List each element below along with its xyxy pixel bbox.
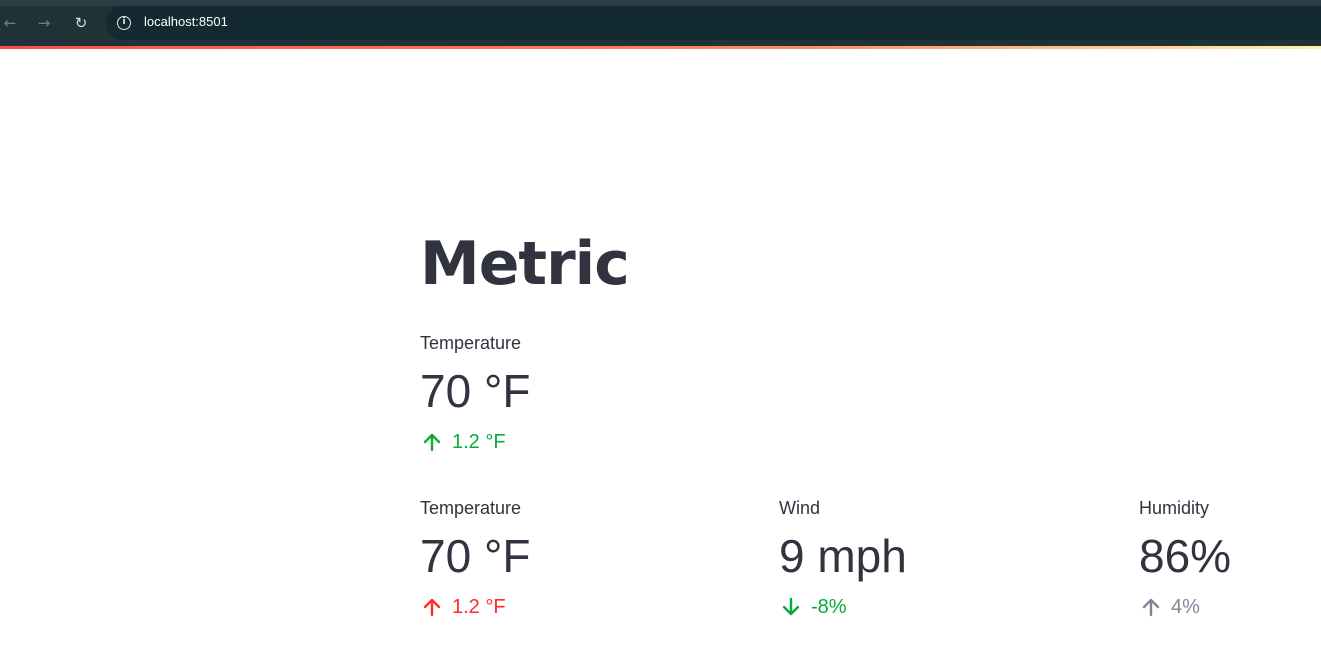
metric-temperature-1: Temperature 70 °F 1.2 °F xyxy=(420,331,530,455)
header-decoration xyxy=(0,46,1321,49)
arrow-down-icon xyxy=(782,597,800,616)
metric-delta-text: 4% xyxy=(1171,596,1200,618)
metric-value: 70 °F xyxy=(420,530,531,582)
metric-delta-text: 1.2 °F xyxy=(452,431,506,453)
metric-label: Temperature xyxy=(420,333,522,353)
metric-value: 70 °F xyxy=(420,365,531,417)
metric-delta: 1.2 °F xyxy=(420,594,530,620)
metric-label: Wind xyxy=(779,498,821,518)
metric-delta-text: 1.2 °F xyxy=(452,596,506,618)
browser-toolbar: ← → ↻ i localhost:8501 xyxy=(0,0,1321,46)
metric-value: 86% xyxy=(1139,530,1232,582)
metric-label: Temperature xyxy=(420,498,522,518)
metric-label: Humidity xyxy=(1139,498,1210,518)
metric-delta: 1.2 °F xyxy=(420,429,530,455)
metric-delta-text: -8% xyxy=(811,596,847,618)
address-bar[interactable]: i localhost:8501 xyxy=(106,6,1321,40)
arrow-up-icon xyxy=(1142,598,1160,617)
reload-icon[interactable]: ↻ xyxy=(68,10,94,36)
metric-humidity: Humidity 86% 4% xyxy=(1139,496,1231,620)
forward-icon[interactable]: → xyxy=(31,10,57,36)
page-title: Metric xyxy=(420,229,630,299)
url-text[interactable]: localhost:8501 xyxy=(144,14,228,29)
metric-delta: -8% xyxy=(779,594,907,620)
back-icon[interactable]: ← xyxy=(0,10,23,36)
site-info-icon[interactable]: i xyxy=(117,16,131,30)
metric-wind: Wind 9 mph -8% xyxy=(779,496,907,620)
metric-temperature-2: Temperature 70 °F 1.2 °F xyxy=(420,496,530,620)
arrow-up-icon xyxy=(423,433,441,452)
arrow-up-icon xyxy=(423,598,441,617)
metric-value: 9 mph xyxy=(779,530,907,582)
metric-delta: 4% xyxy=(1139,594,1231,620)
